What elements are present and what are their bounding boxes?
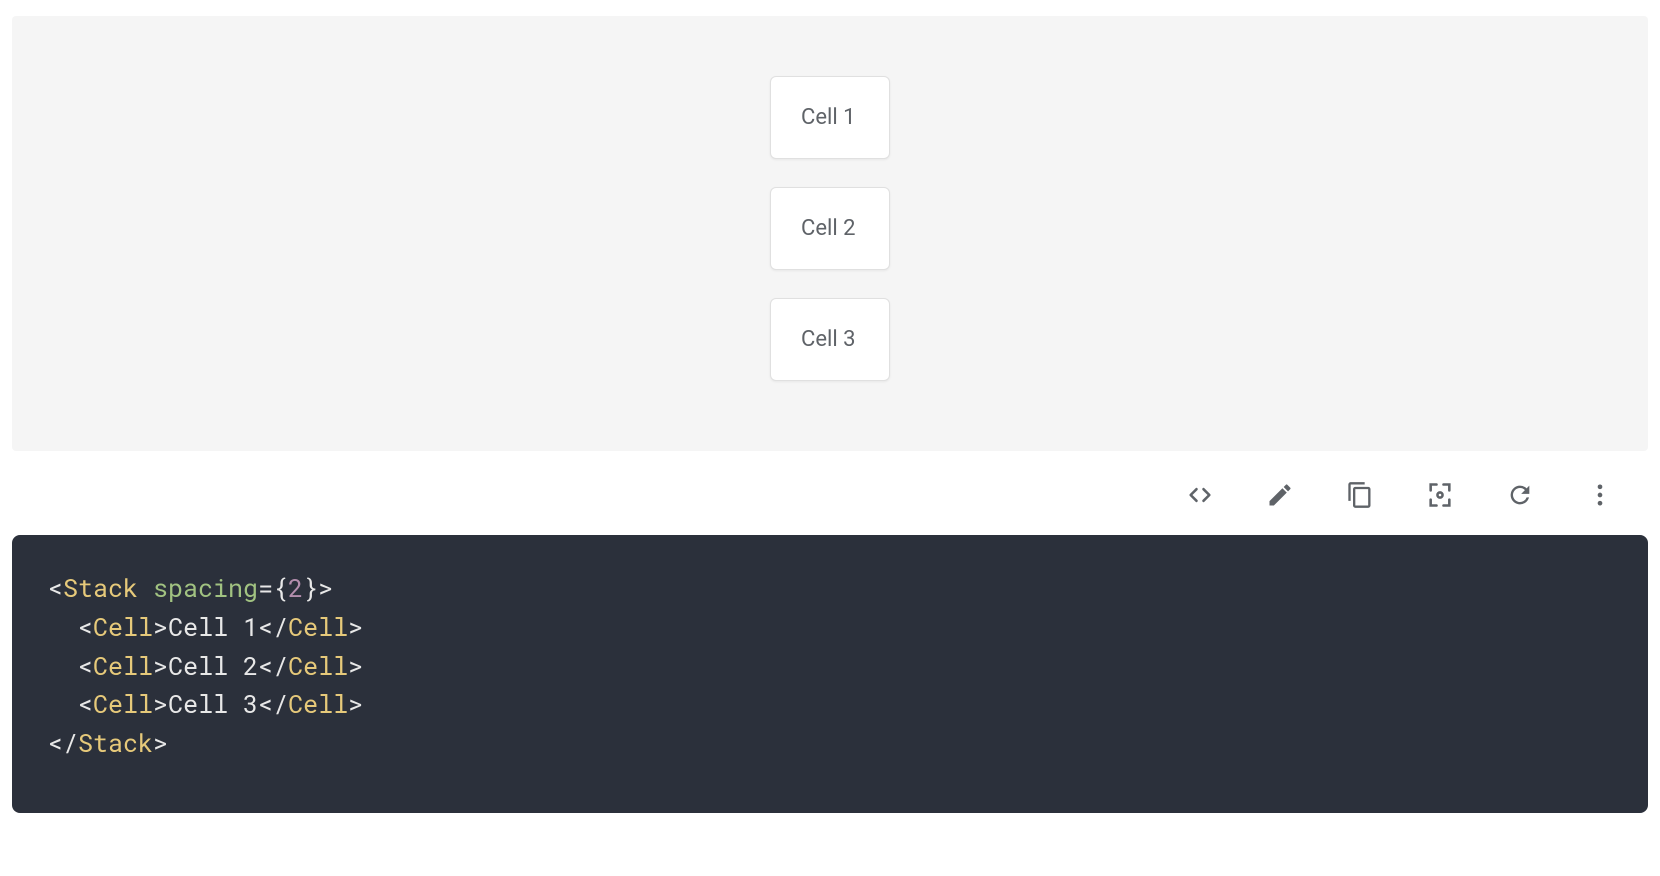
code-token: = bbox=[258, 571, 273, 604]
refresh-icon bbox=[1506, 481, 1534, 509]
more-icon bbox=[1586, 481, 1614, 509]
cell-item: Cell 1 bbox=[770, 76, 890, 159]
show-code-button[interactable] bbox=[1182, 477, 1218, 513]
fullscreen-button[interactable] bbox=[1422, 477, 1458, 513]
code-token: spacing bbox=[153, 571, 258, 604]
code-token: Cell 1 bbox=[168, 610, 258, 643]
cell-item: Cell 2 bbox=[770, 187, 890, 270]
code-token: 2 bbox=[288, 571, 303, 604]
code-token: > bbox=[348, 687, 363, 720]
code-token: } bbox=[303, 571, 318, 604]
code-token: > bbox=[153, 610, 168, 643]
copy-icon bbox=[1346, 481, 1374, 509]
code-token: Cell bbox=[288, 687, 348, 720]
cell-item: Cell 3 bbox=[770, 298, 890, 381]
code-token: </ bbox=[258, 687, 288, 720]
code-token: > bbox=[153, 726, 168, 759]
code-token: Stack bbox=[63, 571, 138, 604]
code-token bbox=[48, 687, 78, 720]
code-token: Cell bbox=[288, 610, 348, 643]
preview-panel: Cell 1 Cell 2 Cell 3 bbox=[12, 16, 1648, 451]
code-token: Cell bbox=[288, 649, 348, 682]
code-token: Cell 3 bbox=[168, 687, 258, 720]
code-token: < bbox=[78, 649, 93, 682]
code-token: < bbox=[78, 687, 93, 720]
code-token bbox=[138, 571, 153, 604]
code-token: { bbox=[273, 571, 288, 604]
code-content: <Stack spacing={2}> <Cell>Cell 1</Cell> … bbox=[48, 569, 1612, 763]
copy-button[interactable] bbox=[1342, 477, 1378, 513]
code-token: > bbox=[153, 649, 168, 682]
code-token: > bbox=[348, 610, 363, 643]
refresh-button[interactable] bbox=[1502, 477, 1538, 513]
code-token: < bbox=[48, 571, 63, 604]
fullscreen-icon bbox=[1426, 481, 1454, 509]
stack-demo: Cell 1 Cell 2 Cell 3 bbox=[770, 76, 890, 381]
more-button[interactable] bbox=[1582, 477, 1618, 513]
edit-button[interactable] bbox=[1262, 477, 1298, 513]
code-token: < bbox=[78, 610, 93, 643]
code-token: > bbox=[348, 649, 363, 682]
code-icon bbox=[1186, 481, 1214, 509]
code-token: > bbox=[318, 571, 333, 604]
code-token bbox=[48, 649, 78, 682]
code-block: <Stack spacing={2}> <Cell>Cell 1</Cell> … bbox=[12, 535, 1648, 813]
edit-icon bbox=[1266, 481, 1294, 509]
code-token: </ bbox=[48, 726, 78, 759]
code-token: </ bbox=[258, 649, 288, 682]
code-token: Cell bbox=[93, 687, 153, 720]
demo-toolbar bbox=[12, 451, 1648, 535]
code-token: Cell bbox=[93, 610, 153, 643]
code-token: </ bbox=[258, 610, 288, 643]
code-token: > bbox=[153, 687, 168, 720]
code-token: Stack bbox=[78, 726, 153, 759]
code-token: Cell 2 bbox=[168, 649, 258, 682]
code-token: Cell bbox=[93, 649, 153, 682]
code-token bbox=[48, 610, 78, 643]
